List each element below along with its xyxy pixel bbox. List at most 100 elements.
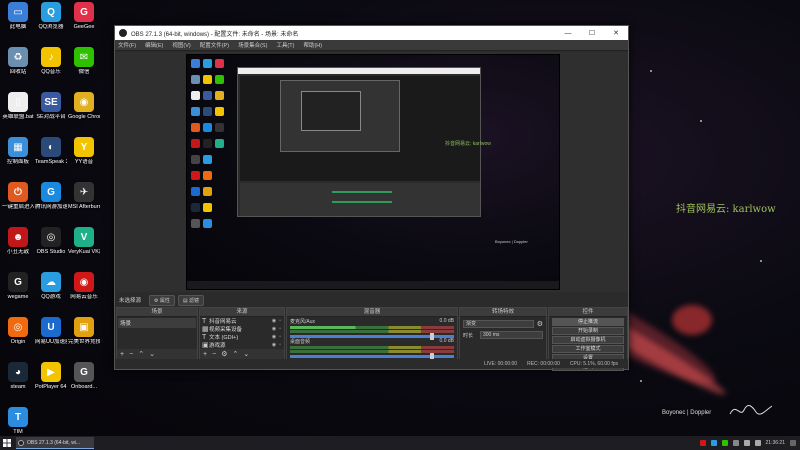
remove-source-button[interactable]: − xyxy=(212,351,216,358)
eye-icon[interactable]: ◉ xyxy=(272,318,276,324)
desktop-icon-label: 一键重启进入BIOS xyxy=(2,204,34,210)
properties-button[interactable]: ⚙ 属性 xyxy=(149,294,175,306)
desktop-icon[interactable]: ⏻ 一键重启进入BIOS xyxy=(2,182,34,222)
scene-item[interactable]: 场景 xyxy=(118,318,196,328)
desktop-icon[interactable]: ▣ 完美世界竞技平台 xyxy=(68,317,100,357)
lock-icon[interactable]: ▫ xyxy=(279,334,281,340)
gear-icon[interactable]: ⚙ xyxy=(537,320,543,328)
desktop-icon[interactable]: ◎ OBS Studio xyxy=(35,227,67,267)
minimize-button[interactable]: — xyxy=(556,30,580,37)
start-button[interactable] xyxy=(0,436,14,450)
scenes-title: 场景 xyxy=(117,308,197,317)
taskbar-obs-button[interactable]: OBS 27.1.3 (64-bit, wi... xyxy=(16,437,94,449)
source-item[interactable]: T 文本 (GDI+) ◉ ▫ xyxy=(200,333,284,342)
onboard-icon: G xyxy=(74,362,94,382)
desktop-icon[interactable]: ☁ QQ游戏 xyxy=(35,272,67,312)
tray-app-icon[interactable] xyxy=(721,440,728,446)
transitions-dock: 转场特效 渐变 ⚙ 时长 300 ms xyxy=(459,307,547,360)
control-button[interactable]: 启动虚拟摄像机 xyxy=(552,336,624,344)
computer-icon: ▭ xyxy=(8,2,28,22)
desktop-icon[interactable]: ▦ 控制面板 xyxy=(2,137,34,177)
lock-icon[interactable]: ▫ xyxy=(279,342,281,348)
eye-icon[interactable]: ◉ xyxy=(272,334,276,340)
add-source-button[interactable]: + xyxy=(203,351,207,358)
desktop-icon[interactable]: ◐ TeamSpeak 3 xyxy=(35,137,67,177)
sources-dock: 来源 T抖音网易云◉▫▦视频采集设备◉▫T文本 (GDI+)◉▫▣游戏源◉▫▭显… xyxy=(199,307,285,360)
notification-icon[interactable] xyxy=(790,440,796,446)
menu-item[interactable]: 工具(T) xyxy=(276,41,294,49)
steam-icon: ◕ xyxy=(8,362,28,382)
move-up-button[interactable]: ⌃ xyxy=(138,350,144,358)
preview-canvas: 抖音网易云: karlwow Boyonec | Doppler xyxy=(186,54,560,290)
close-button[interactable]: ✕ xyxy=(604,29,628,37)
desktop-icon[interactable]: ✉ 微信 xyxy=(68,47,100,87)
move-down-button[interactable]: ⌄ xyxy=(243,350,249,358)
control-button[interactable]: 开始录制 xyxy=(552,327,624,335)
menu-item[interactable]: 配置文件(P) xyxy=(200,41,229,49)
desktop-icon[interactable]: ◕ steam xyxy=(2,362,34,402)
preview-area[interactable]: 抖音网易云: karlwow Boyonec | Doppler xyxy=(116,52,628,292)
move-down-button[interactable]: ⌄ xyxy=(149,350,155,358)
tray-app-icon[interactable] xyxy=(732,440,739,446)
clock[interactable]: 21:36:21 xyxy=(766,440,785,446)
brand-text: Boyonec | Doppler xyxy=(662,410,712,416)
desktop-icon-label: 此电脑 xyxy=(9,24,27,30)
volume-slider[interactable] xyxy=(290,353,454,360)
desktop-icon[interactable]: ▶ PotPlayer 64 bit xyxy=(35,362,67,402)
desktop-icon[interactable]: ♪ QQ音乐 xyxy=(35,47,67,87)
desktop-icon[interactable]: ▭ 此电脑 xyxy=(2,2,34,42)
desktop-icon[interactable]: ▯ 英雄联盟.bat xyxy=(2,92,34,132)
source-item[interactable]: ▦ 视频采集设备 ◉ ▫ xyxy=(200,325,284,333)
desktop-icon[interactable]: U 网易UU加速器 xyxy=(35,317,67,357)
desktop-icon[interactable]: ◉ 网易云音乐 xyxy=(68,272,100,312)
menu-item[interactable]: 视图(V) xyxy=(172,41,190,49)
desktop-icon[interactable]: ☻ 小丑无敌 xyxy=(2,227,34,267)
desktop-icon[interactable]: Gwegame xyxy=(2,272,34,312)
se-platform-icon: SE xyxy=(41,92,61,112)
add-scene-button[interactable]: + xyxy=(120,351,124,358)
desktop-icon[interactable]: ✈ MSI Afterburner xyxy=(68,182,100,222)
desktop-icon[interactable]: G GeeGee xyxy=(68,2,100,42)
desktop-icon[interactable]: ◎ Origin xyxy=(2,317,34,357)
lock-icon[interactable]: ▫ xyxy=(279,326,281,332)
filters-button[interactable]: ▤ 滤镜 xyxy=(177,294,205,306)
preview-brand: Boyonec | Doppler xyxy=(495,239,528,244)
desktop-icon[interactable]: ◉ Google Chrome xyxy=(68,92,100,132)
control-button[interactable]: 停止推流 xyxy=(552,318,624,326)
desktop-icon[interactable]: V VeryKuai VK加速器 xyxy=(68,227,100,267)
desktop-icon[interactable]: G Onboard... xyxy=(68,362,100,402)
desktop-icon[interactable]: Q QQ浏览器 xyxy=(35,2,67,42)
desktop-icon[interactable]: G 腾讯网游加速器 xyxy=(35,182,67,222)
menu-item[interactable]: 帮助(H) xyxy=(303,41,322,49)
eye-icon[interactable]: ◉ xyxy=(272,342,276,348)
transition-select[interactable]: 渐变 xyxy=(463,320,534,328)
lock-icon[interactable]: ▫ xyxy=(279,318,281,324)
desktop-icon-label: 微信 xyxy=(78,69,90,75)
maximize-button[interactable]: ☐ xyxy=(580,29,604,37)
source-item[interactable]: T 抖音网易云 ◉ ▫ xyxy=(200,317,284,326)
tencent-accelerator-icon: G xyxy=(41,182,61,202)
source-settings-button[interactable]: ⚙ xyxy=(221,350,227,358)
desktop-icon-label: QQ音乐 xyxy=(41,69,61,75)
menu-item[interactable]: 编辑(E) xyxy=(145,41,163,49)
desktop-icon[interactable]: SE SE对战平台 xyxy=(35,92,67,132)
control-button[interactable]: 工作室模式 xyxy=(552,345,624,353)
move-up-button[interactable]: ⌃ xyxy=(232,350,238,358)
desktop-icon[interactable]: ♻ 回收站 xyxy=(2,47,34,87)
remove-scene-button[interactable]: − xyxy=(129,351,133,358)
network-icon[interactable] xyxy=(754,440,761,446)
source-label: 文本 (GDI+) xyxy=(209,335,239,341)
eye-icon[interactable]: ◉ xyxy=(272,326,276,332)
duration-input[interactable]: 300 ms xyxy=(480,331,543,339)
volume-icon[interactable] xyxy=(743,440,750,446)
source-item[interactable]: ▣ 游戏源 ◉ ▫ xyxy=(200,341,284,349)
file-icon: ▯ xyxy=(8,92,28,112)
tray-app-icon[interactable] xyxy=(699,440,706,446)
scenes-dock: 场景 场景 + − ⌃ ⌄ xyxy=(116,307,198,360)
menu-item[interactable]: 文件(F) xyxy=(118,41,136,49)
desktop-icon[interactable]: Y YY语音 xyxy=(68,137,100,177)
menu-item[interactable]: 场景集合(S) xyxy=(238,41,267,49)
tray-app-icon[interactable] xyxy=(710,440,717,446)
obs-window[interactable]: OBS 27.1.3 (64-bit, windows) - 配置文件: 未命名… xyxy=(114,25,629,371)
title-bar[interactable]: OBS 27.1.3 (64-bit, windows) - 配置文件: 未命名… xyxy=(115,26,628,40)
